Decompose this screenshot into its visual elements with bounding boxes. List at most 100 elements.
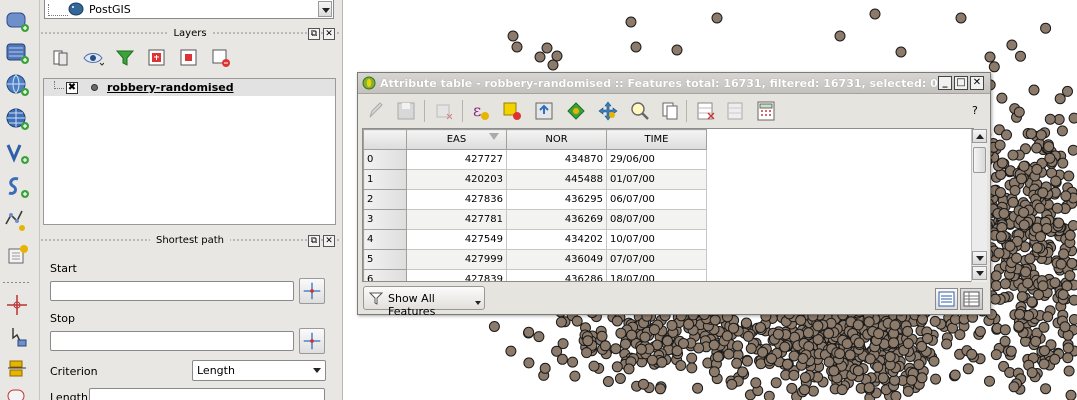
criterion-select[interactable]: Length [192,360,326,381]
map-feature-point[interactable] [990,270,1002,282]
table-row[interactable]: 1 420203 445488 01/07/00 [363,169,707,190]
row-header[interactable]: 4 [363,229,407,250]
help-button[interactable]: ? [972,104,978,117]
map-feature-point[interactable] [797,353,809,364]
cell-time[interactable]: 08/07/00 [606,209,707,230]
table-row[interactable]: 0 427727 434870 29/06/00 [363,149,707,170]
node-tool-icon[interactable] [4,324,30,350]
corner-header[interactable] [363,129,407,150]
map-feature-point[interactable] [666,319,678,331]
map-feature-point[interactable] [852,319,864,331]
map-feature-point[interactable] [1068,294,1077,306]
map-feature-point[interactable] [795,314,807,326]
scroll-down-button[interactable] [972,251,987,265]
map-feature-point[interactable] [984,51,996,63]
map-feature-point[interactable] [1031,163,1043,175]
provider-combo[interactable]: PostGIS [44,0,334,19]
map-feature-point[interactable] [962,363,974,375]
map-feature-point[interactable] [1005,345,1017,357]
map-feature-point[interactable] [1037,187,1049,199]
layer-row[interactable]: ✖ robbery-randomised [44,79,335,96]
map-feature-point[interactable] [763,390,775,400]
map-feature-point[interactable] [1043,141,1055,153]
add-group-icon[interactable] [146,47,168,69]
cell-nor[interactable]: 436295 [506,189,607,210]
map-feature-point[interactable] [828,365,840,377]
map-feature-point[interactable] [602,376,614,387]
map-feature-point[interactable] [740,317,752,329]
map-feature-point[interactable] [836,384,848,396]
map-feature-point[interactable] [686,362,698,374]
map-feature-point[interactable] [864,353,876,365]
map-feature-point[interactable] [1056,125,1068,137]
cell-eas[interactable]: 427549 [406,229,507,250]
layer-name[interactable]: robbery-randomised [107,81,234,94]
map-feature-point[interactable] [889,319,901,331]
layers-close-button[interactable]: ✕ [323,28,335,40]
map-feature-point[interactable] [766,353,777,365]
map-feature-point[interactable] [998,208,1010,219]
map-feature-point[interactable] [1006,39,1018,51]
vertical-scrollbar[interactable] [971,129,987,282]
map-feature-point[interactable] [630,41,642,53]
map-feature-point[interactable] [996,157,1008,169]
map-feature-point[interactable] [539,362,551,374]
map-feature-point[interactable] [732,340,744,352]
map-feature-point[interactable] [1057,289,1069,301]
map-feature-point[interactable] [708,366,720,378]
pan-to-selection-icon[interactable] [596,99,620,123]
map-feature-point[interactable] [1067,144,1077,156]
map-feature-point[interactable] [902,325,914,337]
map-feature-point[interactable] [686,352,698,364]
cell-nor[interactable]: 445488 [506,169,607,190]
map-feature-point[interactable] [1018,160,1030,172]
map-feature-point[interactable] [626,329,638,341]
map-feature-point[interactable] [823,356,835,368]
map-feature-point[interactable] [1004,240,1016,252]
map-feature-point[interactable] [1044,113,1056,125]
add-wfs-layer-icon[interactable] [4,140,30,166]
add-layer-icon[interactable] [178,47,200,69]
cell-time[interactable]: 10/07/00 [606,229,707,250]
map-feature-point[interactable] [588,360,600,372]
map-feature-point[interactable] [872,361,884,373]
cell-nor[interactable]: 434202 [506,229,607,250]
map-feature-point[interactable] [1055,258,1067,270]
map-feature-point[interactable] [955,12,967,24]
map-feature-point[interactable] [1067,220,1077,231]
map-feature-point[interactable] [656,356,668,368]
add-spatialite-layer-icon[interactable] [4,174,30,200]
cell-nor[interactable]: 434870 [506,149,607,170]
table-row[interactable]: 4 427549 434202 10/07/00 [363,229,707,250]
map-feature-point[interactable] [711,12,723,24]
map-feature-point[interactable] [988,61,1000,73]
map-feature-point[interactable] [993,247,1005,259]
map-feature-point[interactable] [1018,207,1030,218]
row-header[interactable]: 2 [363,189,407,210]
map-feature-point[interactable] [1034,202,1046,214]
length-field[interactable] [89,388,325,400]
map-feature-point[interactable] [906,374,918,386]
start-capture-button[interactable] [299,278,325,304]
map-feature-point[interactable] [1009,185,1021,196]
minimize-button[interactable]: _ [938,76,952,90]
map-feature-point[interactable] [675,360,687,371]
map-feature-point[interactable] [1044,152,1056,164]
cell-time[interactable]: 01/07/00 [606,169,707,190]
close-button[interactable]: ✕ [970,76,984,90]
column-header-nor[interactable]: NOR [506,129,607,150]
map-feature-point[interactable] [534,51,546,63]
map-feature-point[interactable] [654,383,666,395]
map-feature-point[interactable] [742,330,754,342]
map-feature-point[interactable] [1068,112,1077,124]
map-feature-point[interactable] [728,322,739,334]
map-feature-point[interactable] [999,278,1011,290]
delete-selected-icon[interactable] [432,99,456,123]
map-feature-point[interactable] [709,314,721,326]
map-feature-point[interactable] [648,324,660,336]
map-feature-point[interactable] [1042,311,1054,323]
cell-eas[interactable]: 427836 [406,189,507,210]
cell-time[interactable]: 06/07/00 [606,189,707,210]
map-feature-point[interactable] [877,372,889,384]
map-feature-point[interactable] [1065,389,1077,400]
